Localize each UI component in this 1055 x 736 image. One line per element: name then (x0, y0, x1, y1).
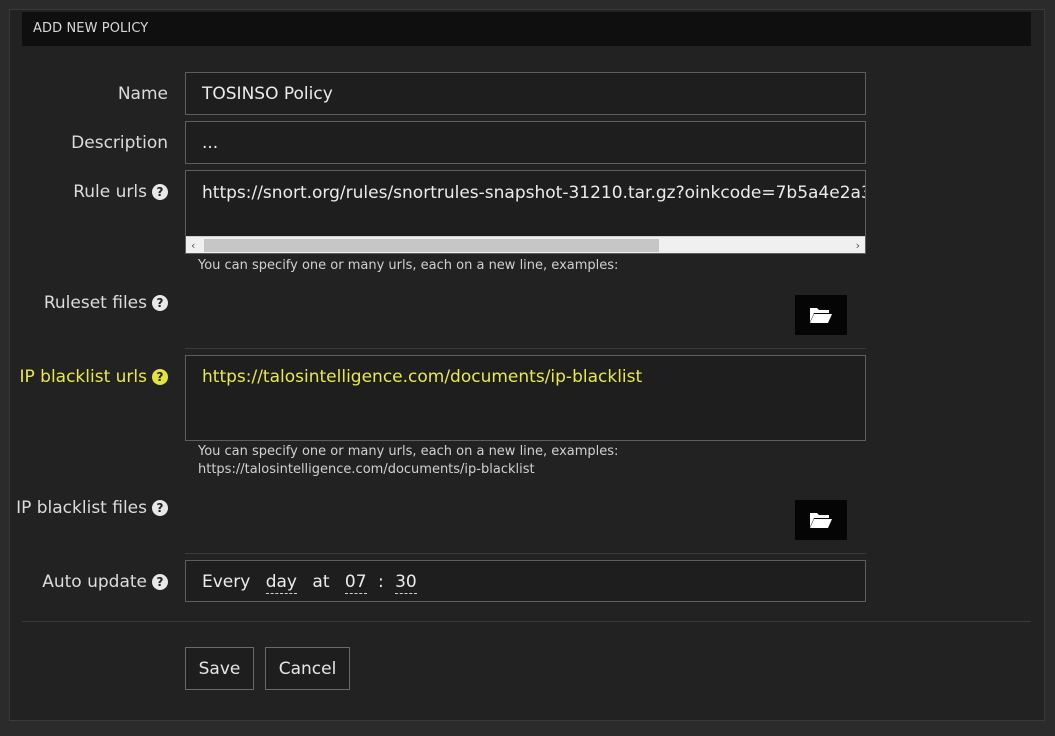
schedule-colon-text: : (377, 572, 384, 592)
ruleset-files-browse-button[interactable] (795, 295, 847, 335)
question-circle-icon[interactable]: ? (152, 369, 168, 385)
rule-urls-hint: You can specify one or many urls, each o… (198, 258, 619, 273)
ip-blacklist-files-label-text: IP blacklist files (16, 498, 147, 518)
scroll-left-icon[interactable]: ‹ (191, 237, 195, 254)
folder-open-icon (810, 513, 832, 528)
question-circle-icon[interactable]: ? (152, 184, 168, 200)
schedule-hour-select[interactable]: 07 (344, 572, 367, 594)
ruleset-files-label-text: Ruleset files (43, 293, 147, 313)
question-circle-icon[interactable]: ? (152, 574, 168, 590)
auto-update-schedule: Every day at 07 : 30 (185, 560, 866, 602)
auto-update-label: Auto update ? (42, 572, 168, 592)
ip-blacklist-files-label: IP blacklist files ? (16, 498, 168, 518)
scroll-right-icon[interactable]: › (856, 237, 860, 254)
divider (185, 553, 866, 554)
question-circle-icon[interactable]: ? (152, 295, 168, 311)
footer-divider (22, 621, 1031, 622)
description-input[interactable]: ... (185, 121, 866, 164)
save-button[interactable]: Save (185, 647, 254, 690)
schedule-minute-select[interactable]: 30 (395, 572, 417, 594)
rule-urls-label-text: Rule urls (73, 182, 147, 202)
panel-header: ADD NEW POLICY (22, 12, 1031, 46)
auto-update-label-text: Auto update (42, 572, 147, 592)
ip-blacklist-urls-label: IP blacklist urls ? (19, 367, 168, 387)
rule-urls-value: https://snort.org/rules/snortrules-snaps… (202, 183, 866, 203)
rule-urls-horizontal-scrollbar[interactable]: ‹ › (186, 236, 865, 253)
name-label-text: Name (117, 84, 168, 104)
name-input[interactable]: TOSINSO Policy (185, 72, 866, 115)
cancel-button[interactable]: Cancel (265, 647, 350, 690)
divider (185, 348, 866, 349)
folder-open-icon (810, 308, 832, 323)
question-circle-icon[interactable]: ? (152, 500, 168, 516)
rule-urls-label: Rule urls ? (73, 182, 168, 202)
description-label: Description (71, 133, 168, 153)
ip-blacklist-files-browse-button[interactable] (795, 500, 847, 540)
schedule-period-select[interactable]: day (265, 572, 297, 594)
scrollbar-thumb[interactable] (204, 239, 659, 252)
name-label: Name (118, 84, 168, 104)
ip-blacklist-urls-textarea[interactable]: https://talosintelligence.com/documents/… (185, 355, 866, 441)
schedule-every-text: Every (202, 572, 251, 592)
ip-blacklist-urls-hint: You can specify one or many urls, each o… (198, 443, 618, 479)
schedule-at-text: at (312, 572, 330, 592)
ruleset-files-label: Ruleset files ? (44, 293, 168, 313)
ip-blacklist-hint-text: You can specify one or many urls, each o… (198, 444, 619, 459)
ip-blacklist-urls-value: https://talosintelligence.com/documents/… (202, 367, 643, 387)
ip-blacklist-urls-label-text: IP blacklist urls (19, 367, 147, 387)
description-label-text: Description (71, 133, 168, 153)
ip-blacklist-example: https://talosintelligence.com/documents/… (198, 462, 535, 477)
